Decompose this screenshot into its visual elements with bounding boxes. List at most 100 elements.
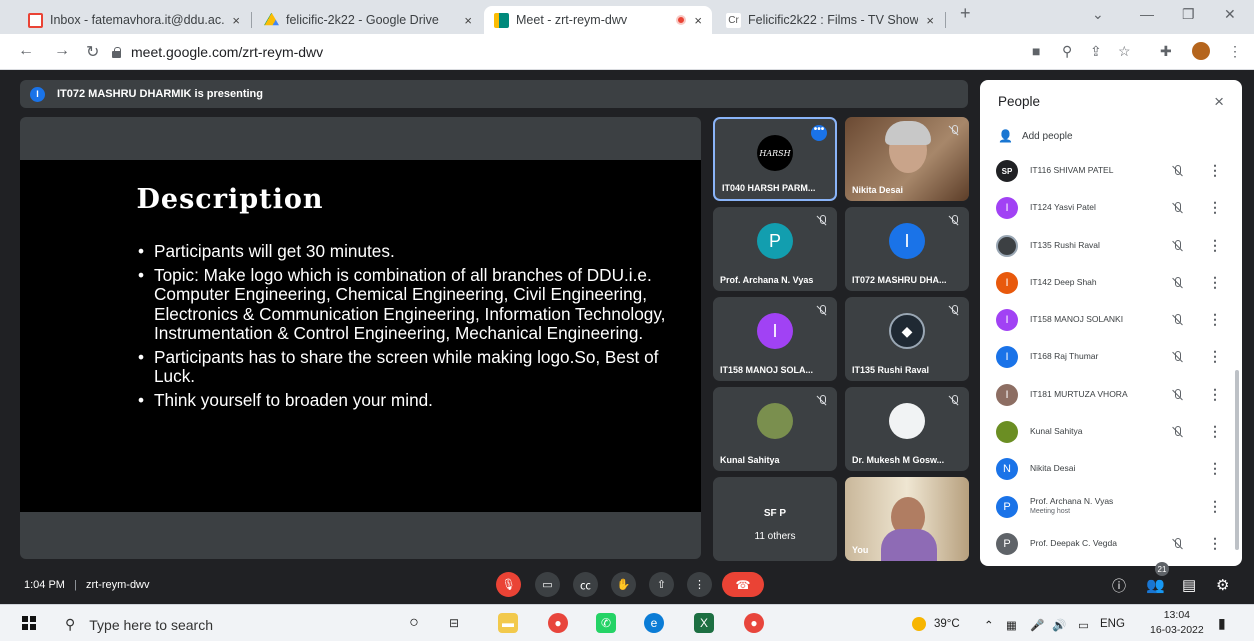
browser-toolbar: ← → ↻ meet.google.com/zrt-reym-dwv ■ ⚲ ⇪… [0, 34, 1254, 70]
more-options-icon[interactable]: ⋮ [1208, 311, 1222, 328]
list-item[interactable]: I IT124 Yasvi Patel ⋮ [980, 189, 1242, 226]
language-indicator[interactable]: ENG [1100, 618, 1125, 630]
share-icon[interactable]: ⇪ [1090, 43, 1102, 60]
mic-off-icon [949, 305, 959, 315]
minimize-icon[interactable]: — [1140, 6, 1154, 22]
address-bar[interactable]: meet.google.com/zrt-reym-dwv [112, 40, 1012, 64]
participant-tile[interactable]: Kunal Sahitya [713, 387, 837, 471]
close-icon[interactable]: × [1214, 92, 1224, 112]
self-tile[interactable]: You [845, 477, 969, 561]
close-window-icon[interactable]: ✕ [1224, 6, 1236, 23]
participant-tile[interactable]: P Prof. Archana N. Vyas [713, 207, 837, 291]
list-item[interactable]: I IT158 MANOJ SOLANKI ⋮ [980, 301, 1242, 338]
more-options-icon[interactable]: ⋮ [1208, 274, 1222, 291]
extensions-icon[interactable]: ✚ [1160, 43, 1172, 60]
volume-icon[interactable]: 🔊 [1052, 618, 1066, 632]
more-options-icon[interactable]: ⋮ [1208, 199, 1222, 216]
zoom-icon[interactable]: ⚲ [1062, 43, 1072, 60]
mic-off-icon [817, 395, 827, 405]
participant-name: Nikita Desai [852, 185, 904, 195]
people-icon[interactable]: 👥 [1146, 576, 1165, 594]
clock[interactable]: 13:04 16-03-2022 [1150, 608, 1204, 638]
participant-tile[interactable]: I IT072 MASHRU DHA... [845, 207, 969, 291]
slide-title: Description [136, 184, 324, 215]
participant-tile[interactable]: ••• HARSH IT040 HARSH PARM... [713, 117, 837, 201]
mic-toggle-button[interactable]: 🎙 [496, 572, 521, 597]
reload-icon[interactable]: ↻ [86, 42, 99, 62]
more-options-icon[interactable]: ••• [811, 125, 827, 141]
list-item[interactable]: I IT168 Raj Thumar ⋮ [980, 338, 1242, 375]
participant-tile[interactable]: Dr. Mukesh M Gosw... [845, 387, 969, 471]
close-icon[interactable]: × [464, 13, 472, 28]
chrome-icon[interactable]: ● [744, 613, 764, 633]
tray-arrow-icon[interactable]: ⌃ [984, 618, 994, 632]
more-options-icon[interactable]: ⋮ [1208, 498, 1222, 515]
close-icon[interactable]: × [694, 13, 702, 28]
menu-icon[interactable]: ⋮ [1228, 43, 1242, 60]
chrome-icon[interactable]: ● [548, 613, 568, 633]
chat-icon[interactable]: ▤ [1182, 576, 1196, 594]
battery-icon[interactable]: ▭ [1078, 618, 1089, 632]
excel-icon[interactable]: X [694, 613, 714, 633]
avatar [996, 421, 1018, 444]
camera-icon[interactable]: ■ [1032, 43, 1040, 59]
microphone-icon[interactable]: 🎤 [1030, 618, 1044, 632]
new-tab-button[interactable]: + [960, 3, 971, 24]
captions-button[interactable]: ㏄ [573, 572, 598, 597]
search-placeholder: Type here to search [89, 616, 214, 633]
meeting-details-icon[interactable]: ⓘ [1112, 576, 1126, 596]
list-item[interactable]: P Prof. Archana N. Vyas Meeting host ⋮ [980, 488, 1242, 525]
participant-tile[interactable]: ◆ IT135 Rushi Raval [845, 297, 969, 381]
activities-icon[interactable]: ⚙ [1216, 576, 1229, 594]
lock-icon [112, 46, 121, 58]
tab-title: Felicific2k22 : Films - TV Show [748, 13, 919, 27]
list-item[interactable]: P Prof. Deepak C. Vegda ⋮ [980, 525, 1242, 562]
leave-call-button[interactable]: ☎ [722, 572, 764, 597]
maximize-icon[interactable]: ❐ [1182, 6, 1195, 23]
tab-meet[interactable]: Meet - zrt-reym-dwv × [484, 6, 712, 34]
whatsapp-icon[interactable]: ✆ [596, 613, 616, 633]
tab-gmail[interactable]: Inbox - fatemavhora.it@ddu.ac.in × [18, 6, 250, 34]
close-icon[interactable]: × [926, 13, 934, 28]
list-item[interactable]: IT135 Rushi Raval ⋮ [980, 227, 1242, 264]
participant-tile[interactable]: Nikita Desai [845, 117, 969, 201]
chevron-down-icon[interactable]: ⌄ [1092, 6, 1104, 23]
notifications-icon[interactable]: ▮ [1218, 615, 1226, 632]
more-options-icon[interactable]: ⋮ [1208, 162, 1222, 179]
raise-hand-button[interactable]: ✋ [611, 572, 636, 597]
more-options-icon[interactable]: ⋮ [1208, 423, 1222, 440]
more-options-icon[interactable]: ⋮ [1208, 237, 1222, 254]
list-item[interactable]: I IT142 Deep Shah ⋮ [980, 264, 1242, 301]
more-options-icon[interactable]: ⋮ [1208, 348, 1222, 365]
tab-felicific[interactable]: Cr Felicific2k22 : Films - TV Show × [716, 6, 944, 34]
camera-toggle-button[interactable]: ▭ [535, 572, 560, 597]
tab-google-drive[interactable]: felicific-2k22 - Google Drive × [254, 6, 482, 34]
add-people-button[interactable]: 👤 Add people [998, 129, 1073, 143]
present-screen-button[interactable]: ⇧ [649, 572, 674, 597]
network-icon[interactable]: ▦ [1006, 618, 1017, 632]
forward-icon[interactable]: → [54, 42, 70, 60]
windows-start-icon[interactable] [22, 616, 36, 630]
close-icon[interactable]: × [232, 13, 240, 28]
add-person-icon: 👤 [998, 129, 1013, 143]
cortana-icon[interactable]: ○ [404, 613, 424, 633]
more-options-icon[interactable]: ⋮ [1208, 535, 1222, 552]
profile-avatar[interactable] [1192, 42, 1210, 60]
list-item[interactable]: Kunal Sahitya ⋮ [980, 413, 1242, 450]
taskbar-search[interactable]: ⚲ Type here to search [53, 611, 383, 638]
participant-tile[interactable]: I IT158 MANOJ SOLA... [713, 297, 837, 381]
task-view-icon[interactable]: ⊟ [444, 613, 464, 633]
file-explorer-icon[interactable]: ▬ [498, 613, 518, 633]
scrollbar[interactable] [1235, 370, 1239, 550]
participant-name: IT168 Raj Thumar [1030, 351, 1099, 362]
edge-icon[interactable]: e [644, 613, 664, 633]
list-item[interactable]: I IT181 MURTUZA VHORA ⋮ [980, 376, 1242, 413]
more-options-button[interactable]: ⋮ [687, 572, 712, 597]
back-icon[interactable]: ← [18, 42, 34, 60]
bookmark-star-icon[interactable]: ☆ [1118, 43, 1131, 60]
list-item[interactable]: N Nikita Desai ⋮ [980, 450, 1242, 487]
others-tile[interactable]: SF P 11 others [713, 477, 837, 561]
more-options-icon[interactable]: ⋮ [1208, 460, 1222, 477]
more-options-icon[interactable]: ⋮ [1208, 386, 1222, 403]
list-item[interactable]: SP IT116 SHIVAM PATEL ⋮ [980, 152, 1242, 189]
